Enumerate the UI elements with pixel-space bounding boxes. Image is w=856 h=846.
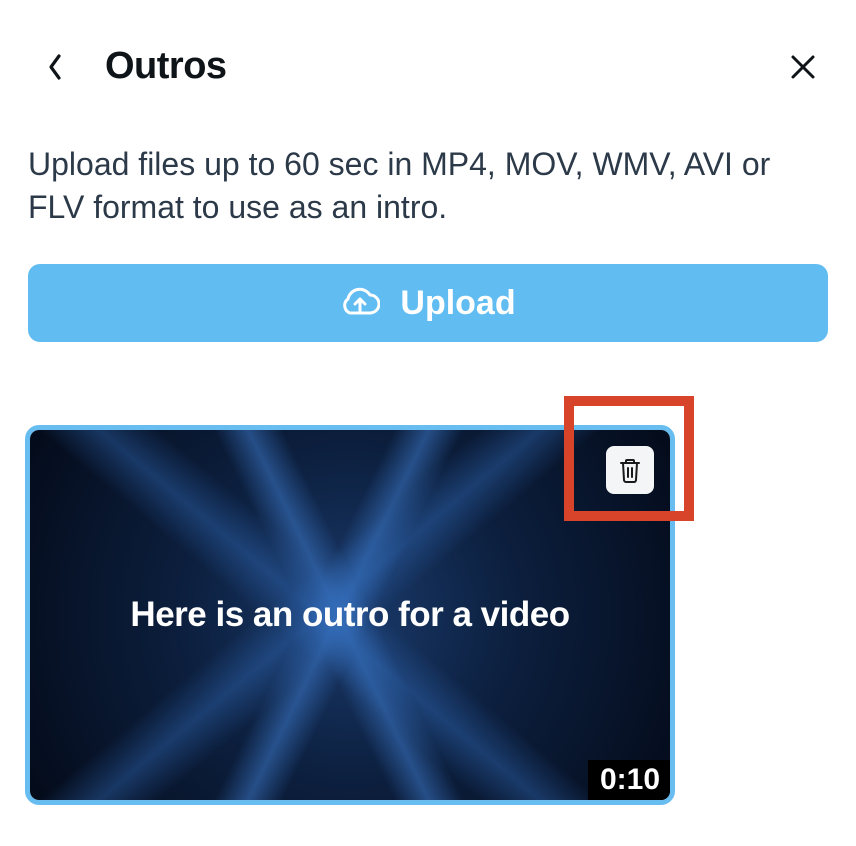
upload-button-label: Upload <box>400 284 515 323</box>
header-left: Outros <box>40 45 227 88</box>
delete-button[interactable] <box>606 446 654 494</box>
close-button[interactable] <box>785 49 821 85</box>
panel-header: Outros <box>0 0 856 88</box>
trash-icon <box>616 456 644 484</box>
duration-badge: 0:10 <box>588 760 670 800</box>
upload-description: Upload files up to 60 sec in MP4, MOV, W… <box>0 88 856 229</box>
outro-thumbnail[interactable]: Here is an outro for a video 0:10 <box>25 425 675 805</box>
thumbnail-caption: Here is an outro for a video <box>30 430 670 800</box>
upload-button[interactable]: Upload <box>28 264 828 342</box>
back-button[interactable] <box>40 52 70 82</box>
page-title: Outros <box>105 45 227 88</box>
cloud-upload-icon <box>340 283 380 323</box>
chevron-left-icon <box>47 53 63 81</box>
close-icon <box>790 54 816 80</box>
